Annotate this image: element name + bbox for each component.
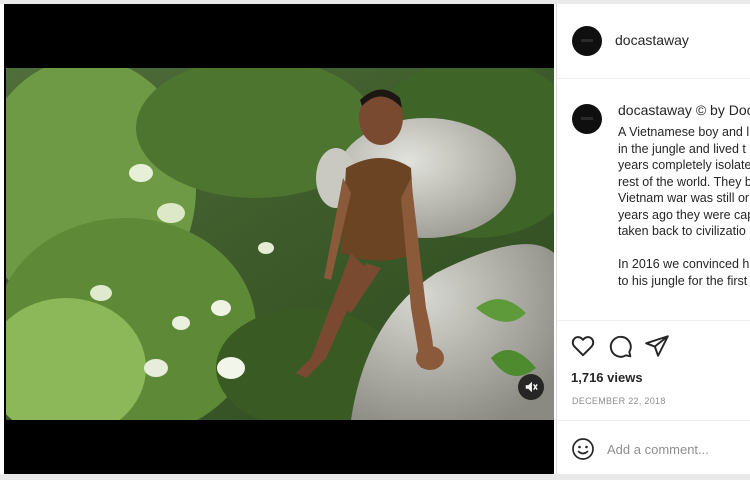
post-actions: 1,716 views DECEMBER 22, 2018 (557, 320, 750, 417)
post-video[interactable] (4, 4, 554, 474)
caption-line: years ago they were cap (618, 207, 750, 222)
caption-avatar[interactable] (572, 104, 602, 134)
caption-line (618, 240, 750, 257)
caption-line: years completely isolate (618, 158, 750, 172)
mute-button[interactable] (518, 374, 544, 400)
caption-line: Vietnam war was still or (618, 191, 750, 205)
post-details-panel: docastaway docastaway © by Doca A Vietna… (556, 4, 750, 474)
caption-credit: © by Doca (695, 102, 750, 118)
comment-icon[interactable] (607, 333, 633, 359)
speaker-muted-icon (525, 381, 538, 393)
caption-line: to his jungle for the first (618, 273, 748, 288)
view-count[interactable]: 1,716 views (571, 370, 643, 385)
caption: docastaway © by Doca A Vietnamese boy an… (557, 100, 750, 318)
post-media-jungle-scene (6, 68, 554, 420)
caption-username[interactable]: docastaway (618, 102, 692, 118)
caption-line: rest of the world. They b (618, 174, 750, 189)
avatar[interactable] (572, 26, 602, 56)
emoji-icon[interactable] (571, 437, 595, 461)
heart-icon[interactable] (570, 333, 596, 359)
caption-text: A Vietnamese boy and l in the jungle and… (618, 124, 750, 289)
caption-line: In 2016 we convinced h (618, 257, 750, 271)
post-header: docastaway (557, 4, 750, 79)
caption-line: taken back to civilizatio (618, 224, 746, 238)
post-username[interactable]: docastaway (615, 32, 689, 48)
window-bottom-edge (0, 474, 750, 480)
comment-input[interactable] (607, 439, 747, 459)
post-date[interactable]: DECEMBER 22, 2018 (572, 396, 666, 406)
caption-header: docastaway © by Doca (618, 102, 750, 118)
share-icon[interactable] (644, 333, 670, 359)
caption-line: in the jungle and lived t (618, 141, 746, 156)
comment-bar (557, 420, 750, 474)
caption-line: A Vietnamese boy and l (618, 125, 750, 139)
